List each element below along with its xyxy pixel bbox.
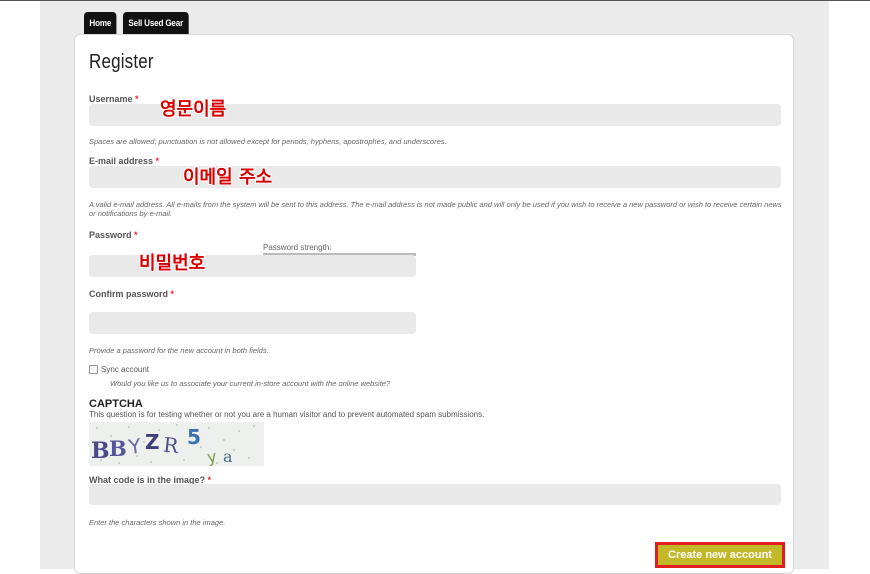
captcha-char: B: [109, 436, 127, 461]
required-mark: *: [135, 94, 139, 104]
email-label: E-mail address *: [89, 156, 159, 166]
confirm-password-label: Confirm password *: [89, 289, 174, 299]
username-label: Username *: [89, 94, 139, 104]
password-label-text: Password: [89, 230, 132, 240]
required-mark: *: [134, 230, 138, 240]
confirm-password-description: Provide a password for the new account i…: [89, 346, 269, 355]
required-mark: *: [155, 156, 160, 166]
sync-account-label[interactable]: Sync account: [101, 365, 149, 374]
tab-sell-used-gear[interactable]: Sell Used Gear: [123, 12, 189, 34]
username-label-text: Username: [89, 94, 133, 104]
captcha-description: This question is for testing whether or …: [89, 410, 485, 419]
captcha-char: B: [91, 438, 110, 464]
email-description: A valid e-mail address. All e-mails from…: [89, 200, 782, 218]
password-strength-label: Password strength:: [263, 243, 332, 252]
email-label-text: E-mail address: [89, 156, 154, 166]
tab-bar: Home Sell Used Gear: [84, 12, 196, 34]
required-mark: *: [170, 289, 175, 299]
captcha-image: B B Y Z R 5 y a: [89, 422, 264, 466]
confirm-password-label-text: Confirm password: [89, 289, 169, 299]
tab-home[interactable]: Home: [84, 12, 117, 34]
sync-account-description: Would you like us to associate your curr…: [110, 379, 391, 388]
captcha-title: CAPTCHA: [89, 398, 143, 410]
username-description: Spaces are allowed; punctuation is not a…: [89, 137, 447, 146]
captcha-answer-input[interactable]: [89, 484, 781, 505]
captcha-char: 5: [187, 425, 201, 449]
create-account-button[interactable]: Create new account: [655, 542, 785, 568]
confirm-password-input[interactable]: [89, 312, 416, 334]
sync-account-checkbox[interactable]: [89, 365, 98, 374]
username-annotation: 영문이름: [160, 99, 227, 120]
captcha-hint: Enter the characters shown in the image.: [89, 518, 226, 527]
password-label: Password *: [89, 230, 138, 240]
password-annotation: 비밀번호: [139, 253, 206, 274]
captcha-char: a: [223, 447, 233, 466]
email-annotation: 이메일 주소: [183, 167, 273, 188]
captcha-char: Z: [145, 430, 160, 454]
page-title: Register: [89, 51, 154, 73]
